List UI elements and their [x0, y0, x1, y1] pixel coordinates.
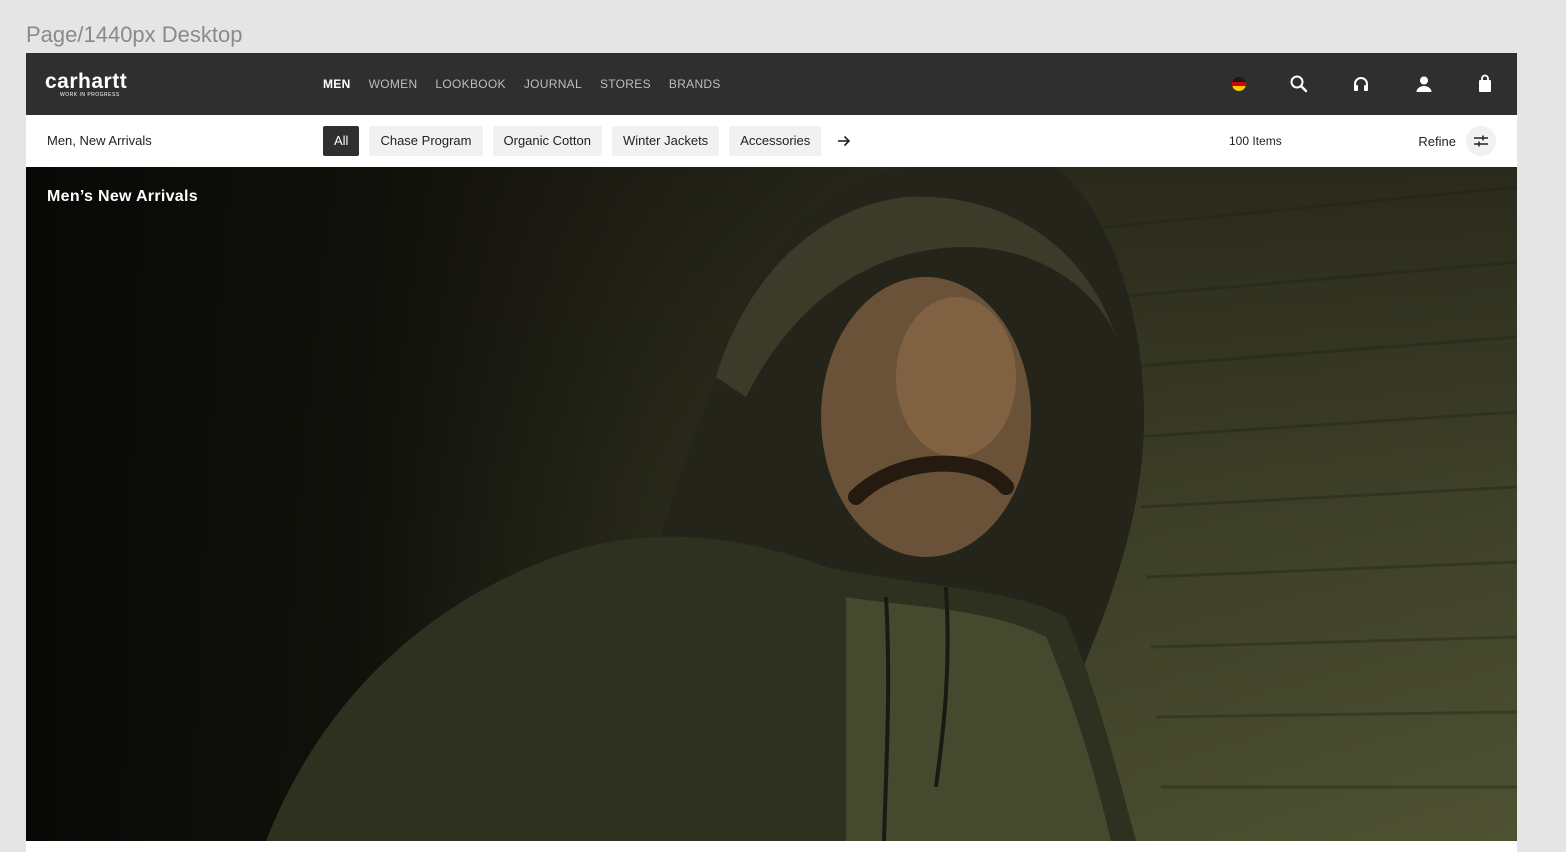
search-icon[interactable]	[1288, 73, 1310, 95]
refine-label: Refine	[1418, 133, 1456, 149]
nav-link-lookbook[interactable]: LOOKBOOK	[435, 77, 505, 91]
filter-chips: All Chase Program Organic Cotton Winter …	[323, 126, 855, 156]
main-nav: MEN WOMEN LOOKBOOK JOURNAL STORES BRANDS	[323, 53, 739, 115]
user-icon[interactable]	[1413, 73, 1435, 95]
breadcrumb: Men, New Arrivals	[47, 133, 152, 148]
item-count: 100 Items	[1229, 134, 1282, 148]
top-navigation: carhartt WORK IN PROGRESS MEN WOMEN LOOK…	[26, 53, 1517, 115]
chip-winter-jackets[interactable]: Winter Jackets	[611, 126, 720, 156]
nav-link-women[interactable]: WOMEN	[369, 77, 418, 91]
desktop-page: carhartt WORK IN PROGRESS MEN WOMEN LOOK…	[26, 53, 1517, 852]
brand-wordmark: carhartt	[45, 70, 128, 93]
chip-chase-program[interactable]: Chase Program	[369, 126, 483, 156]
headphones-icon[interactable]	[1350, 73, 1372, 95]
brand-logo[interactable]: carhartt WORK IN PROGRESS	[45, 71, 157, 99]
germany-flag-icon[interactable]	[1228, 73, 1250, 95]
sliders-icon	[1466, 126, 1496, 156]
refine-button[interactable]: Refine	[1418, 126, 1496, 156]
hero-banner: Men’s New Arrivals	[26, 167, 1517, 841]
chip-all[interactable]: All	[323, 126, 360, 156]
chip-organic-cotton[interactable]: Organic Cotton	[492, 126, 602, 156]
filter-bar: Men, New Arrivals All Chase Program Orga…	[26, 115, 1517, 168]
brand-tagline: WORK IN PROGRESS	[60, 92, 120, 98]
hero-image	[266, 167, 1517, 841]
shopping-bag-icon[interactable]	[1474, 73, 1496, 95]
nav-link-journal[interactable]: JOURNAL	[524, 77, 582, 91]
arrow-right-icon[interactable]	[833, 130, 855, 152]
nav-link-brands[interactable]: BRANDS	[669, 77, 721, 91]
hero-title: Men’s New Arrivals	[47, 188, 198, 205]
nav-link-men[interactable]: MEN	[323, 77, 351, 91]
content-strip	[26, 841, 1517, 852]
nav-link-stores[interactable]: STORES	[600, 77, 651, 91]
chip-accessories[interactable]: Accessories	[729, 126, 822, 156]
frame-label: Page/1440px Desktop	[26, 22, 243, 47]
